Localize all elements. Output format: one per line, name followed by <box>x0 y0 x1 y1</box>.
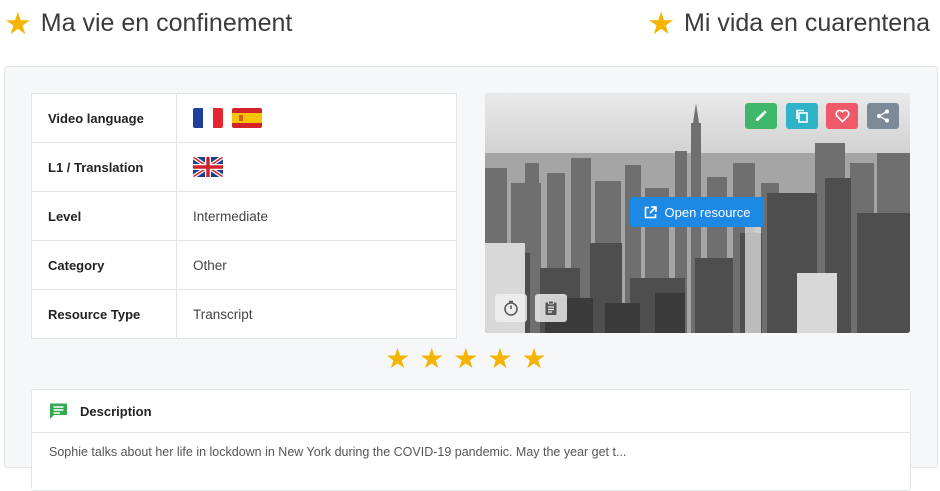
info-row-video-language: Video language <box>32 94 456 143</box>
title-spanish: ★ Mi vida en cuarentena <box>647 6 930 40</box>
star-icon[interactable]: ★ <box>419 345 444 373</box>
star-icon: ★ <box>647 5 676 41</box>
star-icon[interactable]: ★ <box>487 345 512 373</box>
star-icon[interactable]: ★ <box>521 345 546 373</box>
title-french: ★ Ma vie en confinement <box>4 6 292 40</box>
favorite-button[interactable] <box>826 103 858 129</box>
open-resource-button[interactable]: Open resource <box>630 197 764 227</box>
timer-button[interactable] <box>495 294 527 322</box>
spain-flag-icon <box>232 108 262 128</box>
star-icon[interactable]: ★ <box>453 345 478 373</box>
france-flag-icon <box>193 108 223 128</box>
uk-flag-icon <box>193 157 223 177</box>
info-label: Level <box>32 192 177 240</box>
info-value <box>177 94 456 142</box>
info-value: Other <box>193 257 227 273</box>
timer-icon <box>504 300 518 316</box>
description-text: Sophie talks about her life in lockdown … <box>49 445 627 459</box>
star-rating[interactable]: ★ ★ ★ ★ ★ <box>385 345 547 373</box>
title-french-text: Ma vie en confinement <box>40 8 293 37</box>
info-label: Category <box>32 241 177 289</box>
share-button[interactable] <box>867 103 899 129</box>
transcript-button[interactable] <box>535 294 567 322</box>
comment-icon <box>50 403 67 419</box>
clipboard-icon <box>545 300 557 315</box>
info-row-category: Category Other <box>32 241 456 290</box>
info-row-translation: L1 / Translation <box>32 143 456 192</box>
info-row-level: Level Intermediate <box>32 192 456 241</box>
resource-thumbnail[interactable]: Open resource <box>485 93 910 333</box>
copy-icon <box>796 109 808 123</box>
info-value: Transcript <box>193 306 253 322</box>
resource-info-table: Video language L1 / Translation Level In… <box>31 93 457 339</box>
edit-button[interactable] <box>745 103 777 129</box>
star-icon[interactable]: ★ <box>385 345 410 373</box>
info-label: Resource Type <box>32 290 177 338</box>
info-label: L1 / Translation <box>32 143 177 191</box>
external-link-icon <box>644 205 657 218</box>
share-icon <box>877 109 889 123</box>
copy-button[interactable] <box>786 103 818 129</box>
resource-panel: Video language L1 / Translation Level In… <box>4 66 938 491</box>
edit-icon <box>756 110 767 121</box>
description-heading: Description <box>80 403 152 419</box>
info-value <box>177 143 456 191</box>
open-resource-label: Open resource <box>664 204 751 220</box>
title-spanish-text: Mi vida en cuarentena <box>684 8 930 37</box>
description-header: Description <box>32 390 910 433</box>
info-value: Intermediate <box>193 208 269 224</box>
description-card: Description Sophie talks about her life … <box>31 389 911 491</box>
heart-icon <box>834 109 850 123</box>
info-row-resource-type: Resource Type Transcript <box>32 290 456 338</box>
star-icon: ★ <box>4 5 32 41</box>
info-label: Video language <box>32 94 177 142</box>
